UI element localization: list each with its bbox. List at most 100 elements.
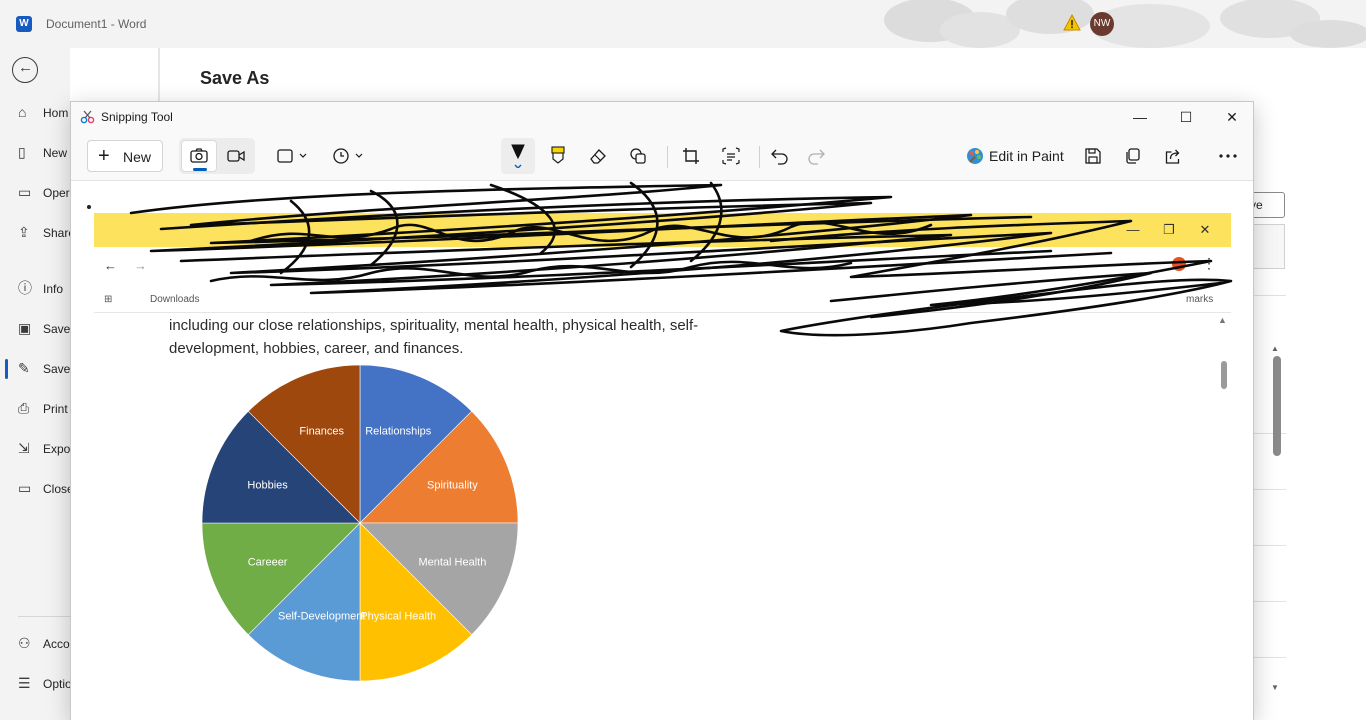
browser-tab-bar: — ❐ ✕ bbox=[94, 213, 1231, 247]
snipping-tool-app-icon bbox=[80, 110, 95, 124]
snipping-tool-title-bar: Snipping Tool — ☐ ✕ bbox=[71, 102, 1253, 132]
inner-scrollbar-thumb bbox=[1221, 361, 1227, 389]
copy-button[interactable] bbox=[1116, 140, 1150, 172]
redo-button[interactable] bbox=[799, 140, 833, 172]
word-logo-icon: W bbox=[16, 16, 32, 32]
pie-label: Hobbies bbox=[247, 480, 288, 492]
browser-forward-icon: → bbox=[134, 258, 147, 273]
camera-icon bbox=[190, 148, 208, 163]
undo-button[interactable] bbox=[763, 140, 797, 172]
share-button[interactable] bbox=[1156, 140, 1190, 172]
new-document-icon: ▯ bbox=[18, 144, 26, 160]
info-icon: ⓘ bbox=[18, 280, 32, 296]
browser-back-icon: ← bbox=[104, 258, 117, 273]
nav-account[interactable]: ⚇ Acco bbox=[0, 629, 70, 659]
eraser-button[interactable] bbox=[581, 140, 615, 172]
nav-save[interactable]: ▣ Save bbox=[0, 314, 70, 344]
snipping-tool-title: Snipping Tool bbox=[101, 110, 173, 124]
nav-save-as[interactable]: ✎ Save bbox=[0, 354, 70, 384]
screenshot-mode-button[interactable] bbox=[181, 140, 217, 172]
plus-icon: + bbox=[98, 145, 110, 167]
toolbar-separator bbox=[667, 146, 668, 168]
pie-label: Self-Development bbox=[278, 610, 365, 622]
rectangle-snip-icon bbox=[277, 149, 307, 163]
nav-close[interactable]: ▭ Close bbox=[0, 474, 74, 504]
maximize-button[interactable]: ☐ bbox=[1163, 104, 1209, 130]
print-icon: ⎙ bbox=[18, 400, 30, 416]
nav-print[interactable]: ⎙ Print bbox=[0, 394, 70, 424]
nav-share[interactable]: ⇪ Share bbox=[0, 218, 75, 248]
snipping-tool-window: Snipping Tool — ☐ ✕ + New Edit in Paint … bbox=[70, 101, 1254, 720]
text-actions-icon bbox=[722, 147, 740, 165]
highlighter-icon bbox=[551, 146, 565, 164]
snip-canvas[interactable]: — ❐ ✕ ← → ⋮ ⊞ Downloads marks including ou… bbox=[71, 180, 1253, 720]
more-options-button[interactable] bbox=[1211, 140, 1245, 172]
scrollbar-thumb[interactable] bbox=[1273, 356, 1281, 456]
save-as-icon: ✎ bbox=[18, 360, 30, 376]
word-title-bar: W Document1 - Word NW bbox=[0, 0, 1366, 48]
list-divider bbox=[1254, 433, 1286, 434]
snip-shape-dropdown[interactable] bbox=[271, 140, 315, 172]
pie-label: Careeer bbox=[248, 556, 288, 568]
toolbar-separator bbox=[759, 146, 760, 168]
crop-icon bbox=[683, 148, 699, 164]
pie-label: Spirituality bbox=[427, 480, 478, 492]
warning-icon[interactable] bbox=[1063, 14, 1081, 32]
nav-info[interactable]: ⓘ Info bbox=[0, 274, 70, 304]
page-title: Save As bbox=[200, 68, 270, 88]
scroll-down-arrow-icon[interactable]: ▼ bbox=[1271, 683, 1279, 692]
video-mode-button[interactable] bbox=[219, 140, 253, 172]
eraser-icon bbox=[590, 149, 606, 164]
browser-window-controls: — ❐ ✕ bbox=[1115, 222, 1223, 238]
pie-label: Relationships bbox=[365, 426, 432, 438]
pie-label: Mental Health bbox=[418, 556, 486, 568]
floppy-disk-icon bbox=[1085, 148, 1101, 164]
word-window-title: Document1 - Word bbox=[46, 17, 147, 31]
undo-icon bbox=[771, 149, 788, 165]
selected-indicator bbox=[193, 168, 207, 171]
export-icon: ⇲ bbox=[18, 440, 30, 456]
save-snip-button[interactable] bbox=[1076, 140, 1110, 172]
nav-separator bbox=[18, 616, 70, 617]
redo-icon bbox=[808, 149, 825, 165]
list-divider bbox=[1254, 489, 1286, 490]
open-folder-icon: ▭ bbox=[18, 184, 32, 200]
text-actions-button[interactable] bbox=[714, 140, 748, 172]
share-icon: ⇪ bbox=[18, 224, 30, 240]
scroll-up-arrow-icon[interactable]: ▲ bbox=[1271, 344, 1279, 353]
list-divider bbox=[1254, 657, 1286, 658]
nav-new[interactable]: ▯ New bbox=[0, 138, 70, 168]
crop-button[interactable] bbox=[674, 140, 708, 172]
clock-icon bbox=[333, 148, 363, 164]
edit-in-paint-button[interactable]: Edit in Paint bbox=[964, 140, 1068, 172]
nav-home[interactable]: ⌂ Hom bbox=[0, 98, 70, 128]
account-icon: ⚇ bbox=[18, 635, 31, 651]
apps-grid-icon: ⊞ bbox=[104, 294, 113, 305]
back-button[interactable] bbox=[12, 57, 38, 83]
pie-chart: Relationships Spirituality Mental Health Ph… bbox=[201, 364, 519, 682]
bookmark-item: marks bbox=[1186, 294, 1214, 305]
copy-icon bbox=[1126, 148, 1140, 164]
nav-options[interactable]: ☰ Optio bbox=[0, 669, 72, 699]
user-avatar[interactable]: NW bbox=[1090, 12, 1114, 36]
browser-restore-icon: ❐ bbox=[1163, 222, 1175, 237]
browser-close-icon: ✕ bbox=[1199, 222, 1211, 237]
delay-dropdown[interactable] bbox=[327, 140, 371, 172]
nav-export[interactable]: ⇲ Expo bbox=[0, 434, 70, 464]
paint-icon bbox=[967, 148, 983, 164]
inner-scroll-up-icon: ▲ bbox=[1218, 315, 1227, 325]
shapes-icon bbox=[630, 148, 646, 164]
nav-open[interactable]: ▭ Oper bbox=[0, 178, 70, 208]
save-icon: ▣ bbox=[18, 320, 32, 336]
browser-menu-icon: ⋮ bbox=[1202, 255, 1216, 271]
list-divider bbox=[1254, 545, 1286, 546]
close-button[interactable]: ✕ bbox=[1209, 104, 1253, 130]
share-icon bbox=[1165, 149, 1180, 164]
ballpoint-pen-button[interactable] bbox=[501, 138, 535, 174]
minimize-button[interactable]: — bbox=[1117, 104, 1163, 130]
new-snip-button[interactable]: + New bbox=[87, 140, 163, 172]
file-name-field[interactable] bbox=[1252, 224, 1285, 269]
bookmark-item: Downloads bbox=[150, 294, 200, 305]
shapes-button[interactable] bbox=[621, 140, 655, 172]
highlighter-button[interactable] bbox=[541, 140, 575, 172]
